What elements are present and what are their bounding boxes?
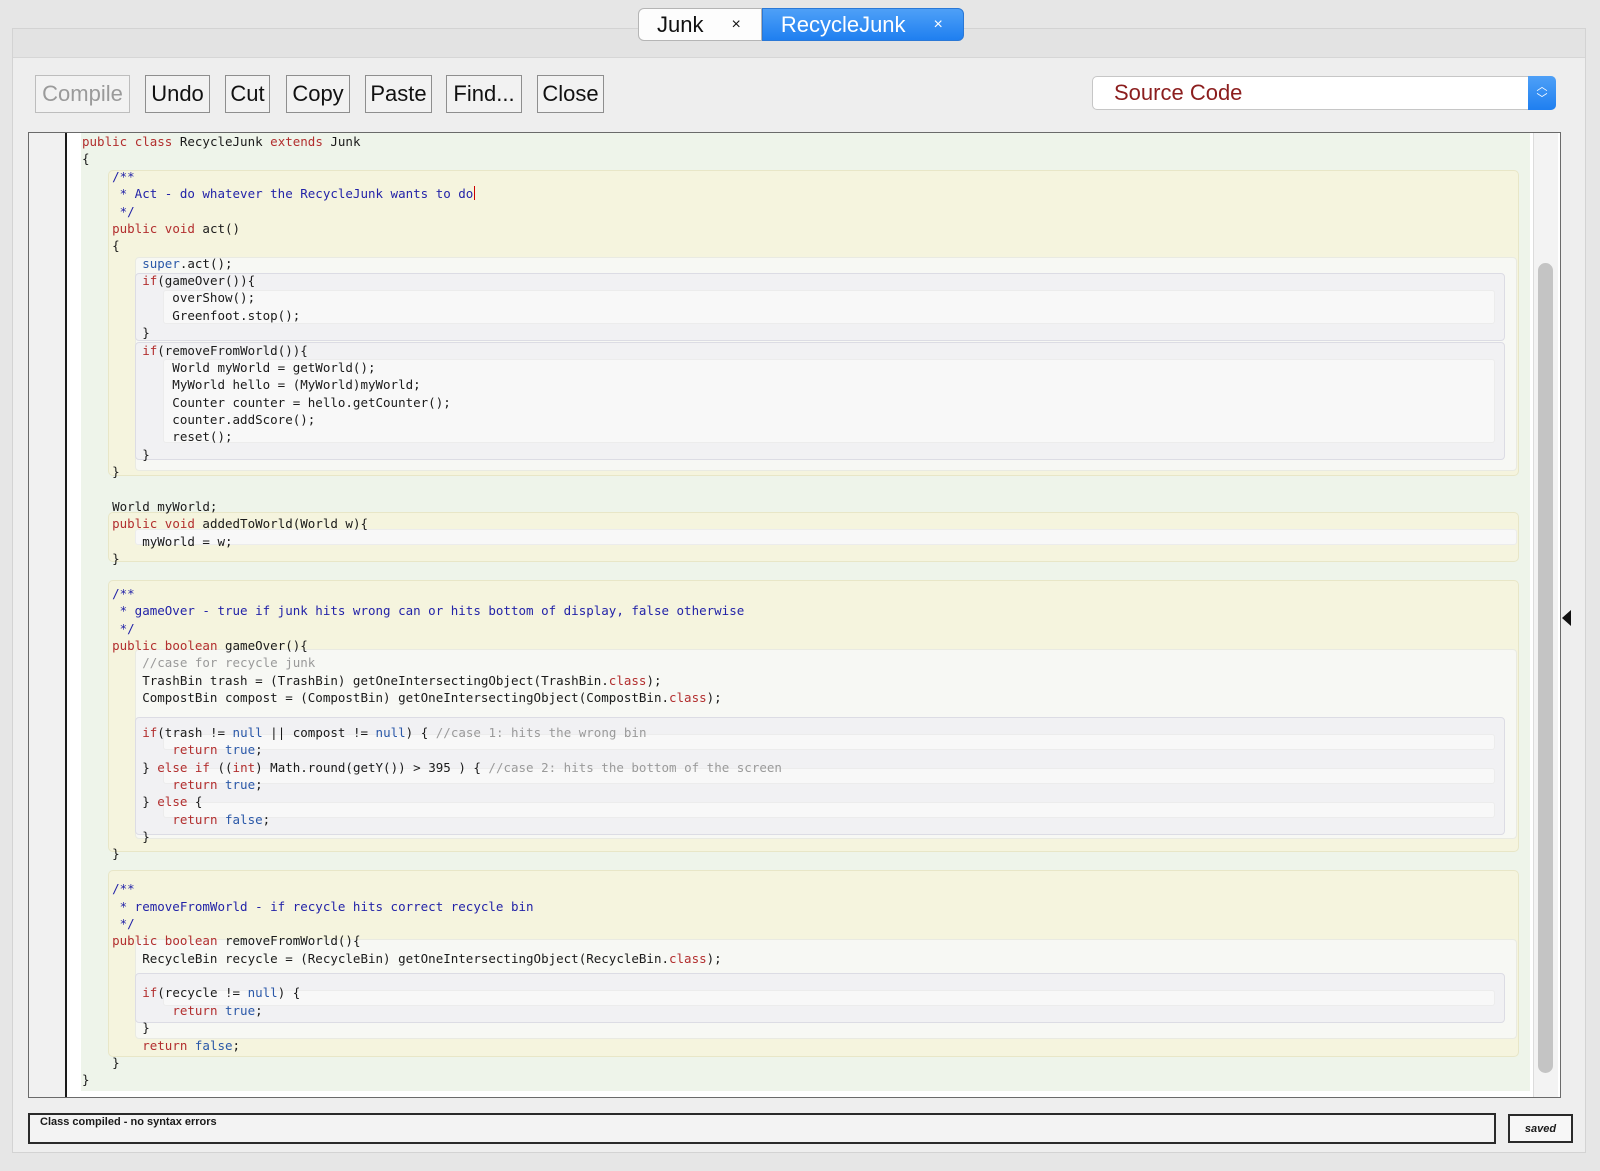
code-line: if(trash != null || compost != null) { /…	[142, 724, 647, 740]
code-line: if(gameOver()){	[142, 273, 256, 288]
code-line: myWorld = w;	[82, 533, 233, 549]
code-line: } else if ((int) Math.round(getY()) > 39…	[82, 759, 782, 775]
vertical-scrollbar[interactable]	[1533, 133, 1558, 1097]
code-line: {	[82, 151, 90, 167]
code-line: */	[82, 203, 135, 219]
tab-junk[interactable]: Junk ×	[638, 8, 762, 41]
code-line: public void addedToWorld(World w){	[112, 516, 368, 532]
code-line: TrashBin trash = (TrashBin) getOneInters…	[82, 672, 662, 688]
view-select-value: Source Code	[1114, 80, 1243, 105]
compile-button[interactable]: Compile	[35, 75, 130, 113]
paste-button[interactable]: Paste	[365, 75, 432, 113]
code-line: * gameOver - true if junk hits wrong can…	[82, 603, 745, 619]
code-line: public class RecycleJunk extends Junk	[82, 134, 361, 149]
code-line: Greenfoot.stop();	[82, 307, 301, 323]
arrow-down-glyph: ﹀	[1536, 93, 1548, 105]
code-line: /**	[82, 585, 135, 601]
undo-button[interactable]: Undo	[145, 75, 210, 113]
code-line: }	[82, 325, 150, 341]
code-line: /**	[82, 881, 135, 897]
close-button[interactable]: Close	[537, 75, 604, 113]
line-gutter[interactable]	[29, 133, 66, 1097]
code-line: return false;	[172, 811, 271, 827]
code-line: */	[82, 620, 135, 636]
code-line: public boolean gameOver(){	[112, 637, 308, 653]
code-line: return false;	[142, 1037, 241, 1053]
code-line: public boolean removeFromWorld(){	[112, 933, 361, 949]
find-button[interactable]: Find...	[446, 75, 522, 113]
close-tab-icon[interactable]: ×	[934, 16, 943, 34]
copy-button[interactable]: Copy	[286, 75, 350, 113]
code-line: MyWorld hello = (MyWorld)myWorld;	[82, 377, 421, 393]
code-line: }	[82, 1054, 120, 1070]
code-line: * removeFromWorld - if recycle hits corr…	[82, 898, 534, 914]
code-line: return true;	[172, 742, 263, 758]
code-line: counter.addScore();	[82, 412, 316, 427]
code-line: }	[82, 446, 150, 462]
code-line: {	[82, 238, 120, 254]
code-line: reset();	[82, 429, 233, 445]
code-line: }	[82, 1072, 90, 1088]
arrow-up-glyph: ︿	[1536, 81, 1548, 93]
gutter-divider	[65, 133, 67, 1097]
scrollbar-thumb[interactable]	[1538, 263, 1553, 1073]
source-code[interactable]: public class RecycleJunk extends Junk { …	[82, 133, 782, 1089]
tab-label: Junk	[657, 11, 704, 37]
code-line: * Act - do whatever the RecycleJunk want…	[82, 186, 476, 202]
code-line: overShow();	[82, 290, 256, 306]
text-caret	[474, 186, 476, 201]
code-line: //case for recycle junk	[82, 655, 316, 671]
cut-button[interactable]: Cut	[225, 75, 270, 113]
saved-indicator: saved	[1508, 1114, 1573, 1143]
code-line: }	[82, 551, 120, 566]
code-line: */	[82, 915, 135, 931]
code-line: Counter counter = hello.getCounter();	[82, 394, 451, 410]
code-line: if(recycle != null) {	[142, 985, 301, 1001]
status-message: Class compiled - no syntax errors	[28, 1113, 1496, 1144]
code-line: return true;	[172, 776, 263, 792]
close-tab-icon[interactable]: ×	[731, 16, 740, 34]
code-line: CompostBin compost = (CompostBin) getOne…	[82, 690, 722, 705]
select-arrows-icon[interactable]: ︿ ﹀	[1528, 76, 1556, 110]
code-line: /**	[82, 168, 135, 184]
tab-recyclejunk[interactable]: RecycleJunk ×	[761, 8, 964, 41]
panel-toggle-arrow-icon[interactable]	[1562, 610, 1571, 626]
code-line: RecycleBin recycle = (RecycleBin) getOne…	[82, 950, 722, 966]
code-line: }	[82, 846, 120, 862]
code-line: }	[82, 829, 150, 844]
code-line: return true;	[172, 1002, 263, 1018]
code-line: World myWorld;	[82, 498, 218, 514]
tab-bar: Junk × RecycleJunk ×	[638, 7, 964, 42]
code-line: if(removeFromWorld()){	[142, 342, 308, 358]
view-select[interactable]: Source Code ︿ ﹀	[1092, 76, 1556, 110]
code-line: } else {	[82, 794, 203, 810]
code-line: }	[82, 1020, 150, 1036]
code-line: public void act()	[112, 220, 241, 236]
code-line: }	[82, 464, 120, 480]
code-editor[interactable]: public class RecycleJunk extends Junk { …	[28, 132, 1561, 1098]
code-line: World myWorld = getWorld();	[82, 359, 376, 375]
code-line: super.act();	[142, 255, 233, 271]
tab-label: RecycleJunk	[780, 11, 906, 37]
